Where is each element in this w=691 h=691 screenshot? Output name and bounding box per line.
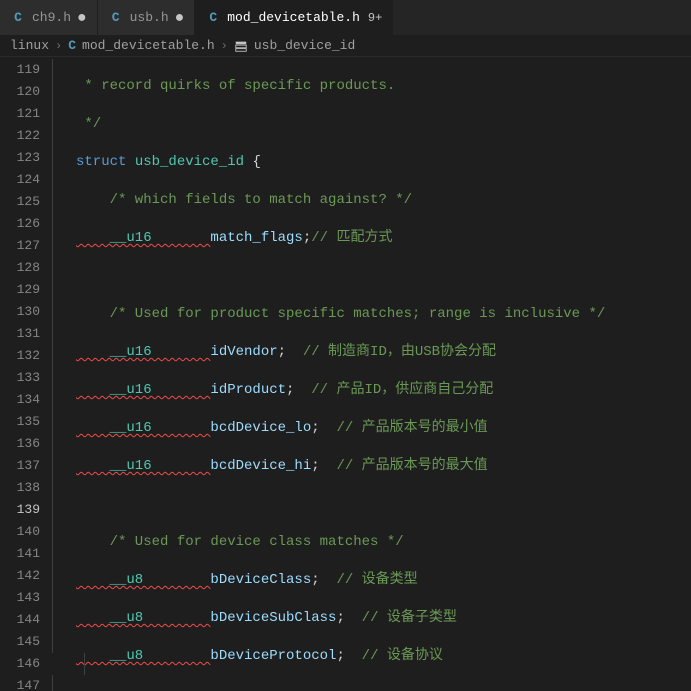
line-number: 133 bbox=[0, 367, 48, 389]
line-number: 127 bbox=[0, 235, 48, 257]
code-line: /* Used for product specific matches; ra… bbox=[76, 303, 605, 325]
struct-icon bbox=[234, 39, 248, 53]
line-number: 130 bbox=[0, 301, 48, 323]
line-number: 139 bbox=[0, 499, 48, 521]
code-line: __u16 idProduct; // 产品ID，供应商自己分配 bbox=[76, 379, 605, 401]
line-number: 147 bbox=[0, 675, 48, 691]
c-file-icon: C bbox=[205, 10, 221, 26]
breadcrumb-symbol[interactable]: usb_device_id bbox=[254, 38, 355, 53]
code-line: __u16 match_flags;// 匹配方式 bbox=[76, 227, 605, 249]
line-number: 121 bbox=[0, 103, 48, 125]
code-line: __u8 bDeviceClass; // 设备类型 bbox=[76, 569, 605, 591]
line-number: 124 bbox=[0, 169, 48, 191]
tab-diff-badge: 9+ bbox=[368, 11, 382, 25]
code-line: struct usb_device_id { bbox=[76, 151, 605, 173]
line-number: 129 bbox=[0, 279, 48, 301]
code-line bbox=[76, 265, 605, 287]
code-line bbox=[76, 493, 605, 515]
line-number: 142 bbox=[0, 565, 48, 587]
breadcrumb[interactable]: linux › C mod_devicetable.h › usb_device… bbox=[0, 35, 691, 57]
indent-guides bbox=[48, 57, 76, 691]
line-number: 128 bbox=[0, 257, 48, 279]
c-file-icon: C bbox=[108, 10, 124, 26]
line-number: 126 bbox=[0, 213, 48, 235]
unsaved-dot-icon: ● bbox=[77, 10, 87, 26]
line-number: 119 bbox=[0, 59, 48, 81]
line-number: 136 bbox=[0, 433, 48, 455]
code-line: __u8 bDeviceProtocol; // 设备协议 bbox=[76, 645, 605, 667]
code-line: * record quirks of specific products. bbox=[76, 75, 605, 97]
tab-ch9[interactable]: C ch9.h ● bbox=[0, 0, 98, 35]
code-line: __u16 bcdDevice_hi; // 产品版本号的最大值 bbox=[76, 455, 605, 477]
line-number: 138 bbox=[0, 477, 48, 499]
breadcrumb-root[interactable]: linux bbox=[10, 38, 49, 53]
chevron-right-icon: › bbox=[221, 39, 228, 53]
c-file-icon: C bbox=[68, 38, 76, 53]
editor-tabs: C ch9.h ● C usb.h ● C mod_devicetable.h … bbox=[0, 0, 691, 35]
tab-usb[interactable]: C usb.h ● bbox=[98, 0, 196, 35]
line-number: 122 bbox=[0, 125, 48, 147]
line-number: 134 bbox=[0, 389, 48, 411]
tab-label: usb.h bbox=[130, 10, 169, 25]
line-number: 143 bbox=[0, 587, 48, 609]
line-number: 141 bbox=[0, 543, 48, 565]
line-number: 120 bbox=[0, 81, 48, 103]
line-number: 131 bbox=[0, 323, 48, 345]
breadcrumb-file[interactable]: mod_devicetable.h bbox=[82, 38, 215, 53]
tab-mod-devicetable[interactable]: C mod_devicetable.h 9+ bbox=[195, 0, 393, 35]
line-number: 125 bbox=[0, 191, 48, 213]
tab-label: mod_devicetable.h bbox=[227, 10, 360, 25]
code-line: __u8 bDeviceSubClass; // 设备子类型 bbox=[76, 607, 605, 629]
code-line: */ bbox=[76, 113, 605, 135]
line-number: 145 bbox=[0, 631, 48, 653]
line-number: 140 bbox=[0, 521, 48, 543]
line-number: 146 bbox=[0, 653, 48, 675]
code-line: __u16 idVendor; // 制造商ID，由USB协会分配 bbox=[76, 341, 605, 363]
code-line: /* which fields to match against? */ bbox=[76, 189, 605, 211]
line-number: 135 bbox=[0, 411, 48, 433]
c-file-icon: C bbox=[10, 10, 26, 26]
code-area[interactable]: * record quirks of specific products. */… bbox=[76, 57, 605, 691]
code-line: /* Used for device class matches */ bbox=[76, 531, 605, 553]
line-number: 123 bbox=[0, 147, 48, 169]
code-editor[interactable]: 119 120 121 122 123 124 125 126 127 128 … bbox=[0, 57, 691, 691]
code-line bbox=[76, 683, 605, 691]
chevron-right-icon: › bbox=[55, 39, 62, 53]
line-number-gutter: 119 120 121 122 123 124 125 126 127 128 … bbox=[0, 57, 48, 691]
tab-label: ch9.h bbox=[32, 10, 71, 25]
line-number: 137 bbox=[0, 455, 48, 477]
code-line: __u16 bcdDevice_lo; // 产品版本号的最小值 bbox=[76, 417, 605, 439]
unsaved-dot-icon: ● bbox=[175, 10, 185, 26]
line-number: 144 bbox=[0, 609, 48, 631]
line-number: 132 bbox=[0, 345, 48, 367]
